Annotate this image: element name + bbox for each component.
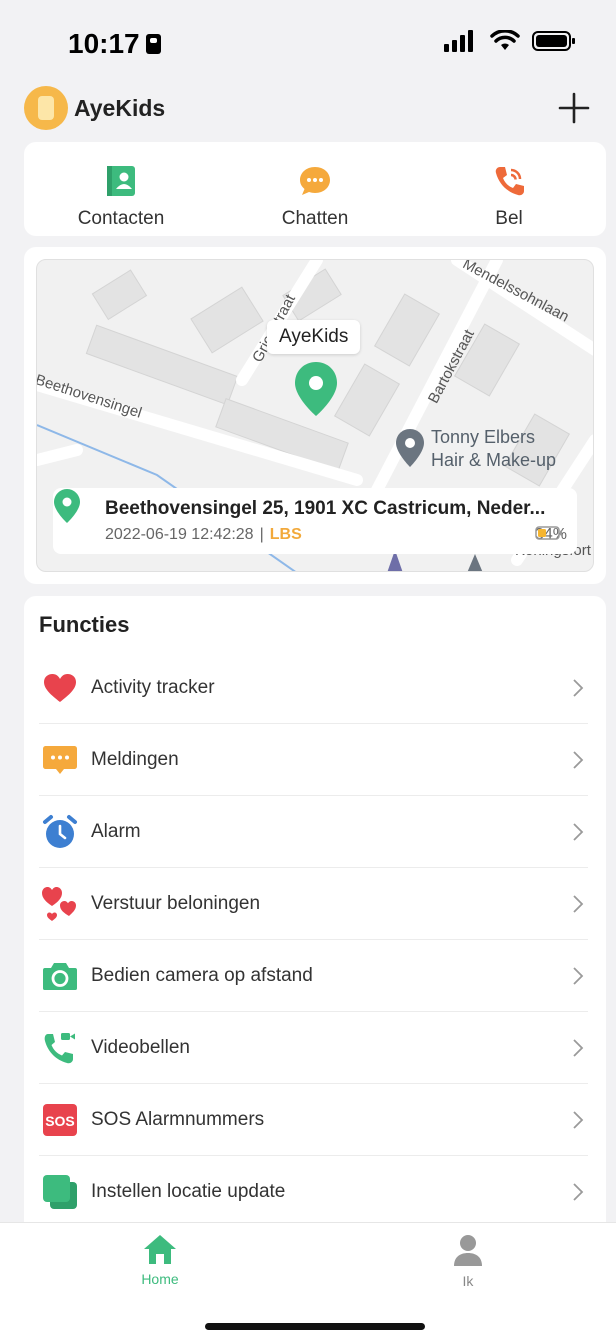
focus-badge-icon xyxy=(145,34,161,54)
status-icons xyxy=(444,30,576,52)
device-battery: 34% xyxy=(535,526,567,544)
function-location-update[interactable]: Instellen locatie update xyxy=(39,1156,588,1228)
plus-icon[interactable] xyxy=(552,86,596,130)
message-icon xyxy=(41,741,79,779)
chat-icon xyxy=(300,167,330,195)
call-label: Bel xyxy=(495,208,523,229)
status-time-text: 10:17 xyxy=(68,28,140,59)
device-tag: AyeKids xyxy=(267,320,361,354)
call-button[interactable]: Bel xyxy=(412,142,606,236)
home-icon xyxy=(144,1235,176,1264)
function-remote-camera[interactable]: Bedien camera op afstand xyxy=(39,940,588,1012)
function-video-call[interactable]: Videobellen xyxy=(39,1012,588,1084)
chat-button[interactable]: Chatten xyxy=(218,142,412,236)
meta-separator: | xyxy=(259,526,264,543)
chat-label: Chatten xyxy=(281,208,349,229)
contacts-button[interactable]: Contacten xyxy=(24,142,218,236)
tab-me[interactable]: Ik xyxy=(408,1233,528,1289)
location-update-icon xyxy=(41,1173,79,1211)
wifi-icon xyxy=(490,30,520,50)
tab-bar: Home Ik xyxy=(0,1222,616,1336)
signal-icon xyxy=(444,30,473,52)
function-label: Alarm xyxy=(91,820,141,842)
hearts-reward-icon xyxy=(41,885,79,923)
device-location-pin-icon[interactable] xyxy=(293,360,339,418)
chevron-right-icon xyxy=(573,823,584,841)
camera-icon xyxy=(41,957,79,995)
function-alarm[interactable]: Alarm xyxy=(39,796,588,868)
battery-status-icon xyxy=(532,31,575,51)
functions-card: Functies Activity tracker Meldingen Alar… xyxy=(24,596,606,1236)
status-bar: 10:17 xyxy=(0,0,616,86)
battery-icon xyxy=(535,526,562,540)
location-card: Griegstraat Beethovensingel Bartokstraat… xyxy=(24,247,606,584)
function-label: Bedien camera op afstand xyxy=(91,964,313,986)
app-header: AyeKids xyxy=(0,86,616,138)
sos-icon: SOS xyxy=(41,1101,79,1139)
tab-home-label: Home xyxy=(141,1271,179,1287)
map-view[interactable]: Griegstraat Beethovensingel Bartokstraat… xyxy=(36,259,594,572)
function-label: Videobellen xyxy=(91,1036,190,1058)
function-rewards[interactable]: Verstuur beloningen xyxy=(39,868,588,940)
chevron-right-icon xyxy=(573,679,584,697)
watch-logo-icon xyxy=(24,86,68,130)
tab-me-label: Ik xyxy=(462,1273,474,1289)
sos-icon-text: SOS xyxy=(45,1113,75,1129)
status-time: 10:17 xyxy=(68,28,161,60)
function-activity-tracker[interactable]: Activity tracker xyxy=(39,652,588,724)
poi-pin-icon xyxy=(396,429,424,467)
chevron-right-icon xyxy=(573,751,584,769)
address-panel[interactable]: Beethovensingel 25, 1901 XC Castricum, N… xyxy=(53,488,577,554)
function-sos-numbers[interactable]: SOS SOS Alarmnummers xyxy=(39,1084,588,1156)
chevron-right-icon xyxy=(573,1111,584,1129)
person-icon xyxy=(454,1235,482,1266)
location-meta: 2022-06-19 12:42:28 | LBS xyxy=(105,526,302,544)
function-label: Meldingen xyxy=(91,748,179,770)
contacts-label: Contacten xyxy=(77,208,165,229)
chevron-right-icon xyxy=(573,967,584,985)
address-text: Beethovensingel 25, 1901 XC Castricum, N… xyxy=(105,498,546,519)
tab-home[interactable]: Home xyxy=(100,1233,220,1287)
functions-title: Functies xyxy=(39,612,130,637)
poi-category: Hair & Make-up xyxy=(431,450,557,470)
heart-icon xyxy=(41,669,79,707)
function-label: SOS Alarmnummers xyxy=(91,1108,265,1130)
function-meldingen[interactable]: Meldingen xyxy=(39,724,588,796)
function-label: Verstuur beloningen xyxy=(91,892,261,914)
app-title: AyeKids xyxy=(74,95,166,121)
quick-actions: Contacten Chatten Bel xyxy=(24,142,606,236)
function-label: Instellen locatie update xyxy=(91,1181,286,1202)
chevron-right-icon xyxy=(573,1183,584,1201)
location-pin-icon xyxy=(54,489,80,523)
function-label: Activity tracker xyxy=(91,676,215,698)
chevron-right-icon xyxy=(573,1039,584,1057)
home-indicator xyxy=(205,1323,425,1330)
poi-name: Tonny Elbers xyxy=(431,427,536,447)
video-call-icon xyxy=(41,1029,79,1067)
poi-label: Tonny Elbers Hair & Make-up xyxy=(431,426,556,472)
chevron-right-icon xyxy=(573,895,584,913)
location-source: LBS xyxy=(269,526,302,543)
location-timestamp: 2022-06-19 12:42:28 xyxy=(105,526,254,543)
alarm-clock-icon xyxy=(41,813,79,851)
contacts-icon xyxy=(107,166,135,196)
phone-icon xyxy=(495,167,524,196)
